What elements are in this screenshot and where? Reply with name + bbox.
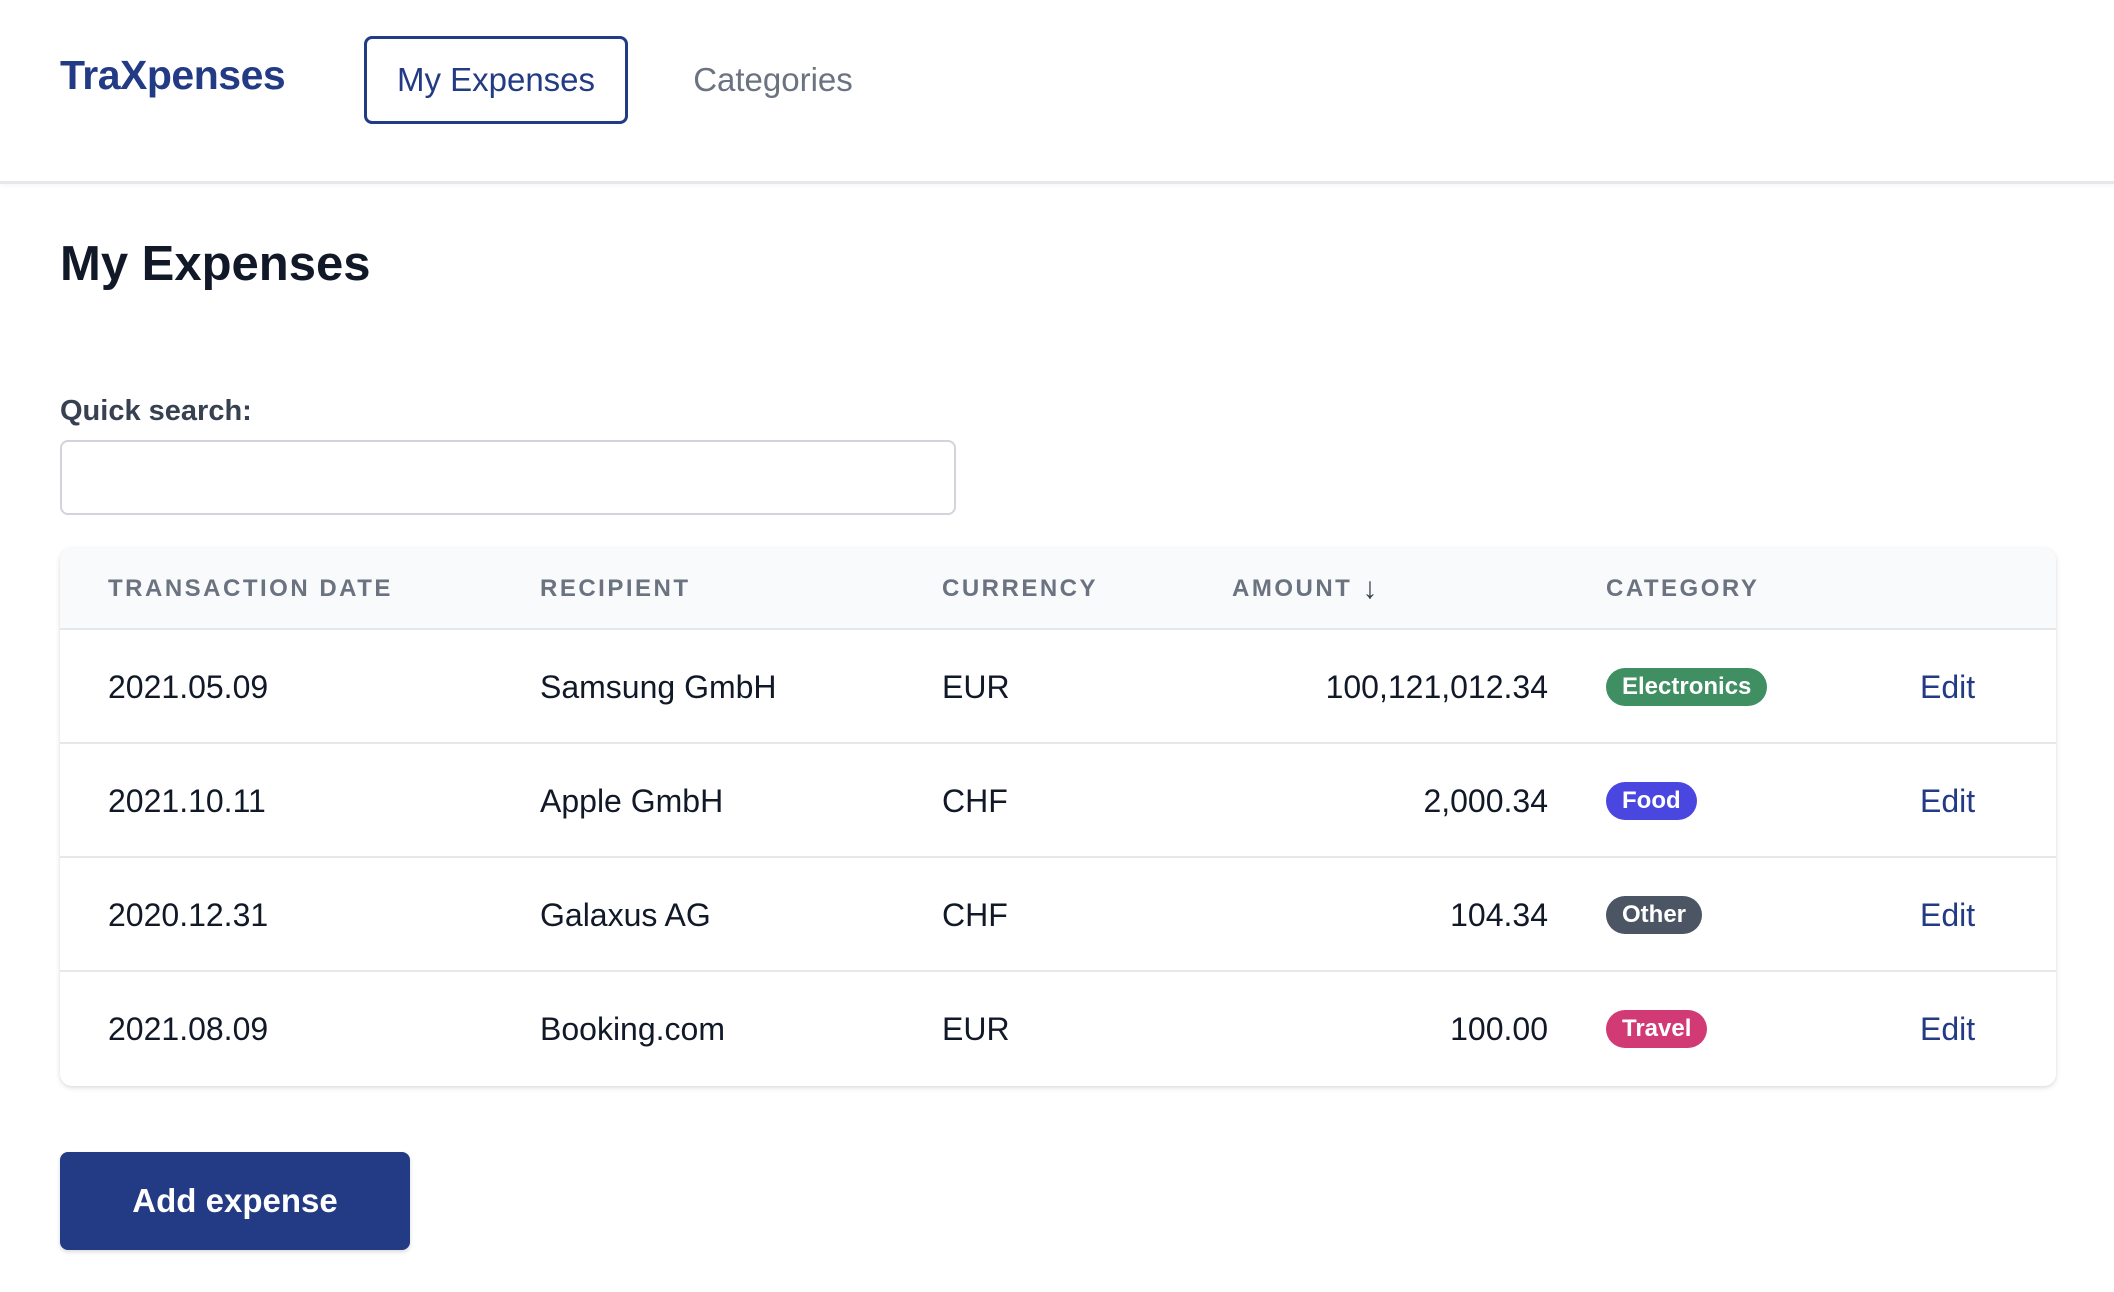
table-header: TRANSACTION DATE RECIPIENT CURRENCY AMOU… <box>60 548 2056 630</box>
page-title: My Expenses <box>60 237 371 291</box>
cell-currency: EUR <box>942 1010 1010 1047</box>
tab-my-expenses[interactable]: My Expenses <box>364 36 628 124</box>
category-badge: Electronics <box>1606 668 1768 706</box>
brand-logo[interactable]: TraXpenses <box>60 52 286 99</box>
cell-recipient: Booking.com <box>540 1010 725 1047</box>
column-header-recipient[interactable]: RECIPIENT <box>540 548 691 630</box>
cell-currency: CHF <box>942 782 1008 819</box>
edit-link[interactable]: Edit <box>1920 630 1975 744</box>
search-label: Quick search: <box>60 395 252 427</box>
table-row: 2021.05.09 Samsung GmbH EUR 100,121,012.… <box>60 630 2056 744</box>
cell-category: Other <box>1606 858 1703 972</box>
table-row: 2021.10.11 Apple GmbH CHF 2,000.34 Food … <box>60 744 2056 858</box>
edit-link-label[interactable]: Edit <box>1920 1011 1975 1048</box>
column-header-category[interactable]: CATEGORY <box>1606 548 1759 630</box>
edit-link-label[interactable]: Edit <box>1920 897 1975 934</box>
edit-link-label[interactable]: Edit <box>1920 783 1975 820</box>
cell-recipient: Galaxus AG <box>540 896 711 933</box>
cell-category: Electronics <box>1606 630 1768 744</box>
cell-date: 2021.10.11 <box>108 782 266 819</box>
top-navbar: TraXpenses My Expenses Categories <box>0 0 2114 184</box>
table-row: 2021.08.09 Booking.com EUR 100.00 Travel… <box>60 972 2056 1086</box>
cell-amount: 2,000.34 <box>1423 782 1548 819</box>
edit-link[interactable]: Edit <box>1920 972 1975 1086</box>
edit-link[interactable]: Edit <box>1920 858 1975 972</box>
expenses-table: TRANSACTION DATE RECIPIENT CURRENCY AMOU… <box>60 548 2056 1086</box>
category-badge: Food <box>1606 782 1697 820</box>
column-header-currency[interactable]: CURRENCY <box>942 548 1098 630</box>
cell-recipient: Samsung GmbH <box>540 668 777 705</box>
category-badge: Other <box>1606 896 1703 934</box>
edit-link-label[interactable]: Edit <box>1920 669 1975 706</box>
cell-category: Food <box>1606 744 1697 858</box>
edit-link[interactable]: Edit <box>1920 744 1975 858</box>
cell-date: 2020.12.31 <box>108 896 269 933</box>
search-input[interactable] <box>60 440 956 515</box>
column-header-amount-label: AMOUNT <box>1232 575 1353 602</box>
add-expense-button[interactable]: Add expense <box>60 1152 410 1250</box>
cell-currency: CHF <box>942 896 1008 933</box>
cell-recipient: Apple GmbH <box>540 782 724 819</box>
cell-amount: 104.34 <box>1450 896 1548 933</box>
column-header-amount[interactable]: AMOUNT ↓ <box>1232 548 1377 630</box>
cell-date: 2021.08.09 <box>108 1010 269 1047</box>
column-header-transaction-date[interactable]: TRANSACTION DATE <box>108 548 393 630</box>
table-row: 2020.12.31 Galaxus AG CHF 104.34 Other E… <box>60 858 2056 972</box>
arrow-down-icon: ↓ <box>1362 572 1378 605</box>
cell-amount: 100.00 <box>1450 1010 1548 1047</box>
cell-category: Travel <box>1606 972 1708 1086</box>
category-badge: Travel <box>1606 1010 1708 1048</box>
cell-date: 2021.05.09 <box>108 668 269 705</box>
tab-categories[interactable]: Categories <box>660 36 886 124</box>
cell-amount: 100,121,012.34 <box>1325 668 1548 705</box>
cell-currency: EUR <box>942 668 1010 705</box>
